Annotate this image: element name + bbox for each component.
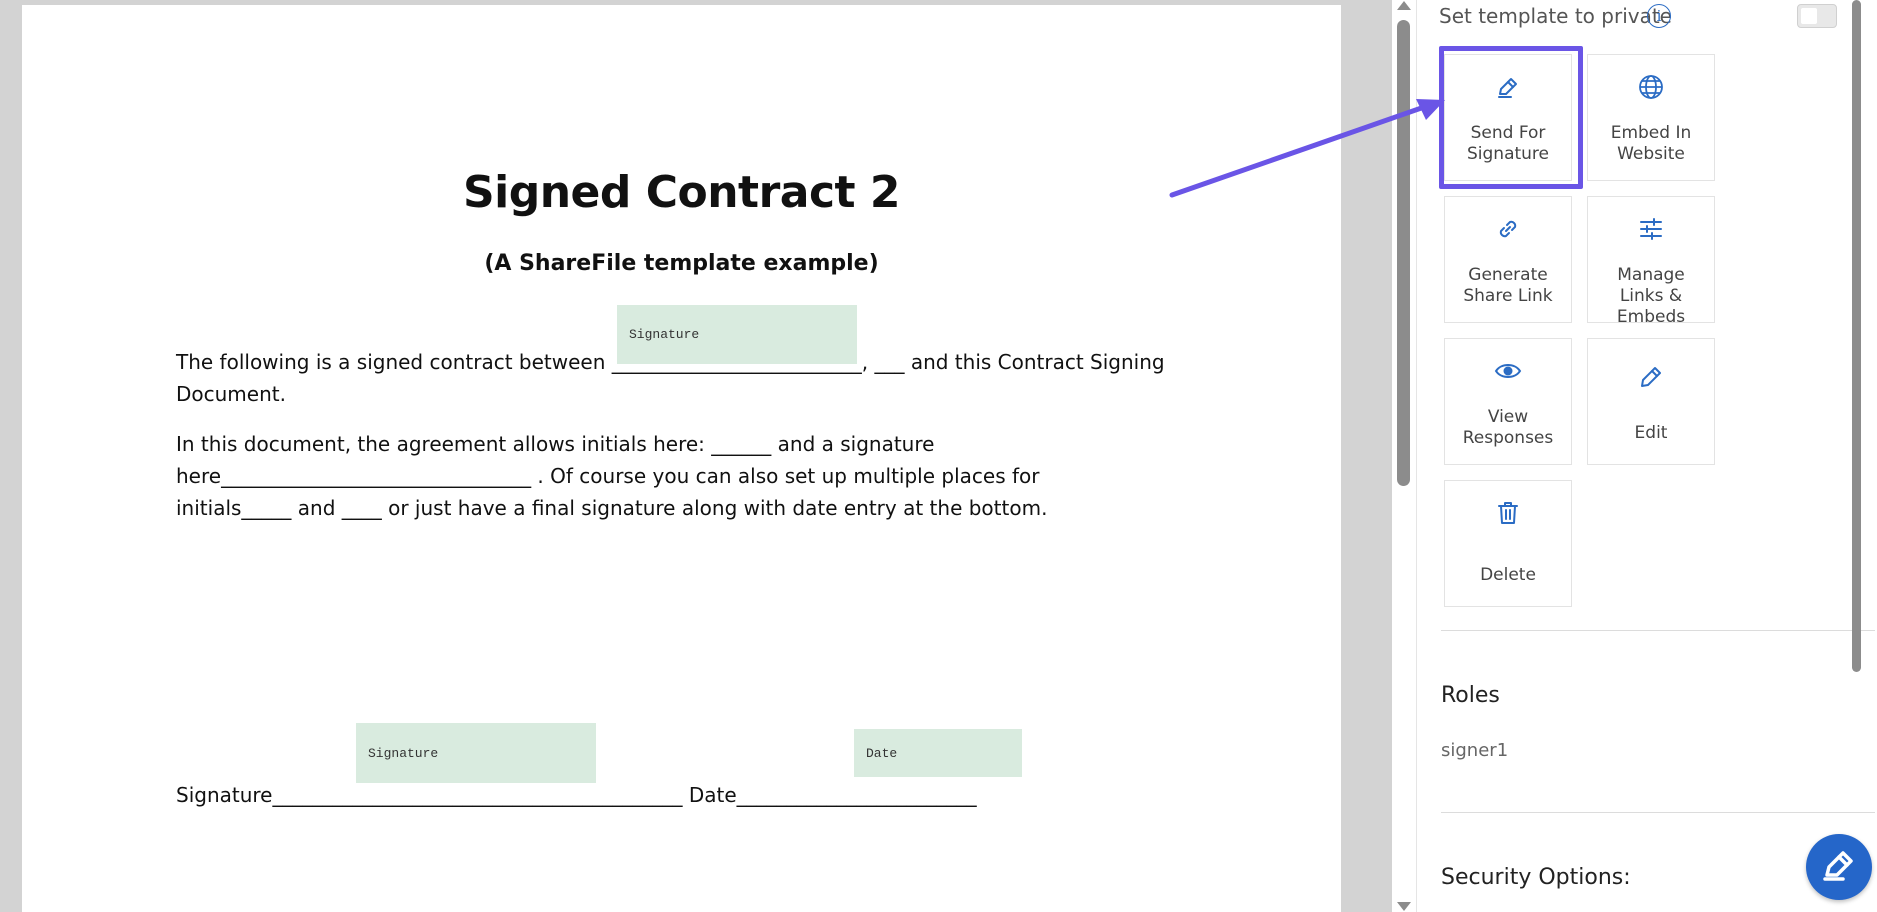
private-toggle-label: Set template to private bbox=[1439, 4, 1672, 28]
scroll-down-arrow-icon[interactable] bbox=[1397, 902, 1411, 911]
delete-button[interactable]: Delete bbox=[1444, 480, 1572, 607]
scroll-thumb[interactable] bbox=[1397, 20, 1410, 486]
link-icon bbox=[1445, 211, 1571, 247]
embed-in-website-button[interactable]: Embed In Website bbox=[1587, 54, 1715, 181]
divider bbox=[1441, 812, 1875, 813]
document-subtitle: (A ShareFile template example) bbox=[484, 251, 879, 276]
edit-label: Edit bbox=[1634, 423, 1668, 443]
send-for-signature-button[interactable]: Send For Signature bbox=[1444, 54, 1572, 181]
embed-in-website-label: Embed In Website bbox=[1610, 123, 1692, 164]
manage-links-embeds-button[interactable]: Manage Links & Embeds bbox=[1587, 196, 1715, 327]
sign-fab-button[interactable] bbox=[1806, 834, 1872, 900]
pen-icon bbox=[1445, 69, 1571, 105]
scroll-up-arrow-icon[interactable] bbox=[1397, 1, 1411, 10]
globe-icon bbox=[1588, 69, 1714, 105]
sliders-icon bbox=[1588, 211, 1714, 247]
signature-field-bottom[interactable]: Signature bbox=[356, 723, 596, 783]
role-item: signer1 bbox=[1441, 740, 1509, 761]
document-viewer: Signed Contract 2 (A ShareFile template … bbox=[0, 0, 1392, 912]
document-title: Signed Contract 2 bbox=[462, 167, 901, 218]
pencil-icon bbox=[1588, 359, 1714, 395]
edit-button[interactable]: Edit bbox=[1587, 338, 1715, 465]
date-field[interactable]: Date bbox=[854, 729, 1022, 777]
toggle-knob bbox=[1801, 8, 1817, 24]
manage-links-embeds-label: Manage Links & Embeds bbox=[1616, 265, 1686, 327]
panel-scrollbar-thumb[interactable] bbox=[1852, 0, 1861, 672]
template-actions-panel: Set template to private i Send For Signa… bbox=[1416, 0, 1877, 912]
trash-icon bbox=[1445, 495, 1571, 531]
security-options-heading: Security Options: bbox=[1441, 865, 1631, 890]
signature-pen-icon bbox=[1819, 845, 1859, 890]
private-toggle[interactable] bbox=[1797, 4, 1837, 28]
info-icon[interactable]: i bbox=[1647, 4, 1671, 28]
divider bbox=[1441, 630, 1875, 631]
view-responses-button[interactable]: View Responses bbox=[1444, 338, 1572, 465]
eye-icon bbox=[1445, 353, 1571, 389]
document-scrollbar[interactable] bbox=[1392, 0, 1416, 912]
delete-label: Delete bbox=[1480, 565, 1536, 585]
roles-heading: Roles bbox=[1441, 683, 1500, 708]
generate-share-link-button[interactable]: Generate Share Link bbox=[1444, 196, 1572, 323]
document-paragraph-2: In this document, the agreement allows i… bbox=[176, 432, 1048, 520]
signature-field[interactable]: Signature bbox=[617, 305, 857, 364]
send-for-signature-label: Send For Signature bbox=[1466, 123, 1549, 164]
document-page: Signed Contract 2 (A ShareFile template … bbox=[22, 5, 1341, 912]
signature-date-line: Signature_______________________________… bbox=[176, 783, 977, 807]
generate-share-link-label: Generate Share Link bbox=[1463, 265, 1553, 306]
view-responses-label: View Responses bbox=[1462, 407, 1554, 448]
